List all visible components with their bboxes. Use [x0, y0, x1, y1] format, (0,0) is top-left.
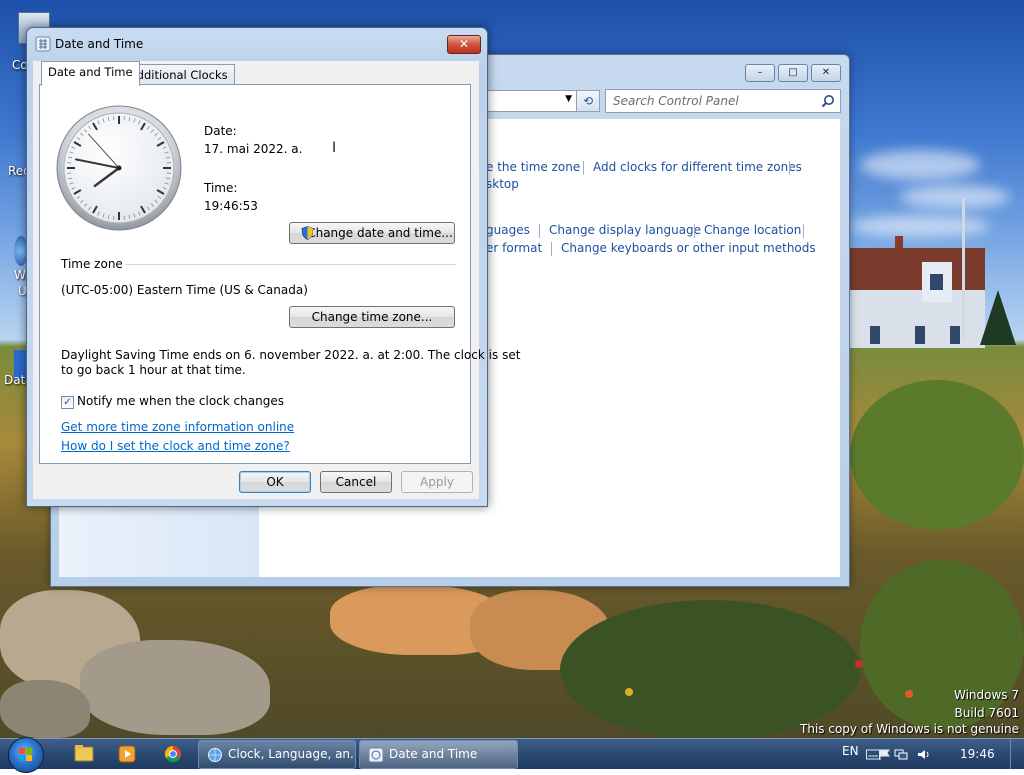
search-placeholder: Search Control Panel	[613, 94, 739, 108]
media-player-icon	[107, 742, 147, 766]
analog-clock	[56, 105, 182, 231]
watermark-line2: Build 7601	[955, 706, 1019, 720]
chrome-pinned-button[interactable]	[153, 742, 193, 766]
clock-icon	[35, 36, 51, 52]
shield-icon	[301, 226, 314, 240]
globe-clock-icon	[207, 747, 223, 763]
date-time-dialog[interactable]: Date and Time ✕ Date and Time Additional…	[26, 27, 488, 507]
chrome-icon	[153, 742, 193, 766]
notify-checkbox[interactable]: ✓	[61, 396, 74, 409]
task-label: Clock, Language, an...	[228, 741, 356, 768]
tab-date-and-time[interactable]: Date and Time	[41, 61, 140, 86]
how-to-set-clock-link[interactable]: How do I set the clock and time zone?	[61, 439, 290, 453]
change-location-link[interactable]: Change location	[704, 223, 801, 237]
change-date-time-label: Change date and time...	[291, 226, 453, 240]
desktop-icon-label: W	[14, 268, 26, 282]
number-format-link[interactable]: er format	[486, 241, 542, 255]
restore-button[interactable]: □	[778, 64, 808, 82]
close-button[interactable]: ✕	[447, 35, 481, 54]
taskbar: Clock, Language, an... Date and Time EN …	[0, 738, 1024, 769]
watermark-line3: This copy of Windows is not genuine	[800, 722, 1019, 736]
change-keyboards-link[interactable]: Change keyboards or other input methods	[561, 241, 816, 255]
search-input[interactable]: Search Control Panel	[605, 89, 841, 113]
task-label: Date and Time	[389, 741, 477, 768]
text-cursor-icon: I	[332, 140, 336, 156]
divider	[126, 264, 456, 265]
more-time-zone-info-link[interactable]: Get more time zone information online	[61, 420, 294, 434]
ok-button[interactable]: OK	[239, 471, 311, 493]
search-icon[interactable]	[821, 94, 835, 108]
dst-notice-line2: to go back 1 hour at that time.	[61, 363, 246, 377]
windows-logo-icon	[9, 738, 43, 772]
language-indicator[interactable]: EN	[842, 744, 859, 758]
network-icon[interactable]	[894, 749, 908, 760]
time-value: 19:46:53	[204, 199, 258, 213]
date-value: 17. mai 2022. a.	[204, 142, 302, 156]
action-center-flag-icon[interactable]	[878, 749, 892, 760]
time-zone-value: (UTC-05:00) Eastern Time (US & Canada)	[61, 283, 308, 297]
languages-link[interactable]: guages	[486, 223, 530, 237]
clock-icon	[368, 747, 384, 763]
chevron-down-icon[interactable]: ▼	[565, 94, 572, 104]
change-display-language-link[interactable]: Change display language	[549, 223, 701, 237]
date-label: Date:	[204, 124, 237, 138]
dst-notice-line1: Daylight Saving Time ends on 6. november…	[61, 348, 520, 362]
tab-panel: Date: 17. mai 2022. a. I Time: 19:46:53 …	[39, 84, 471, 464]
dialog-title: Date and Time	[55, 37, 143, 51]
watermark-line1: Windows 7	[954, 688, 1019, 702]
system-clock[interactable]: 19:46	[960, 747, 995, 761]
apply-button[interactable]: Apply	[401, 471, 473, 493]
time-label: Time:	[204, 181, 237, 195]
change-time-zone-button[interactable]: Change time zone...	[289, 306, 455, 328]
add-clocks-link[interactable]: Add clocks for different time zones	[593, 160, 802, 174]
change-date-time-button[interactable]: Change date and time...	[289, 222, 455, 244]
time-zone-heading: Time zone	[61, 257, 123, 271]
media-player-pinned-button[interactable]	[107, 742, 147, 766]
desktop-gadget-link[interactable]: sktop	[486, 177, 519, 191]
show-desktop-button[interactable]	[1010, 739, 1024, 769]
change-time-zone-link[interactable]: e the time zone	[486, 160, 580, 174]
close-button[interactable]: ✕	[811, 64, 841, 82]
explorer-pinned-button[interactable]	[64, 742, 104, 766]
taskbar-task-control-panel[interactable]: Clock, Language, an...	[198, 740, 356, 769]
dialog-body: Date and Time Additional Clocks	[33, 61, 479, 499]
address-bar[interactable]: ▼	[487, 90, 577, 112]
notify-checkbox-label[interactable]: Notify me when the clock changes	[77, 394, 284, 408]
taskbar-task-date-and-time[interactable]: Date and Time	[359, 740, 518, 769]
refresh-icon[interactable]: ⟲	[576, 90, 600, 112]
volume-icon[interactable]	[917, 749, 931, 760]
cancel-button[interactable]: Cancel	[320, 471, 392, 493]
minimize-button[interactable]: –	[745, 64, 775, 82]
folder-icon	[64, 742, 104, 766]
